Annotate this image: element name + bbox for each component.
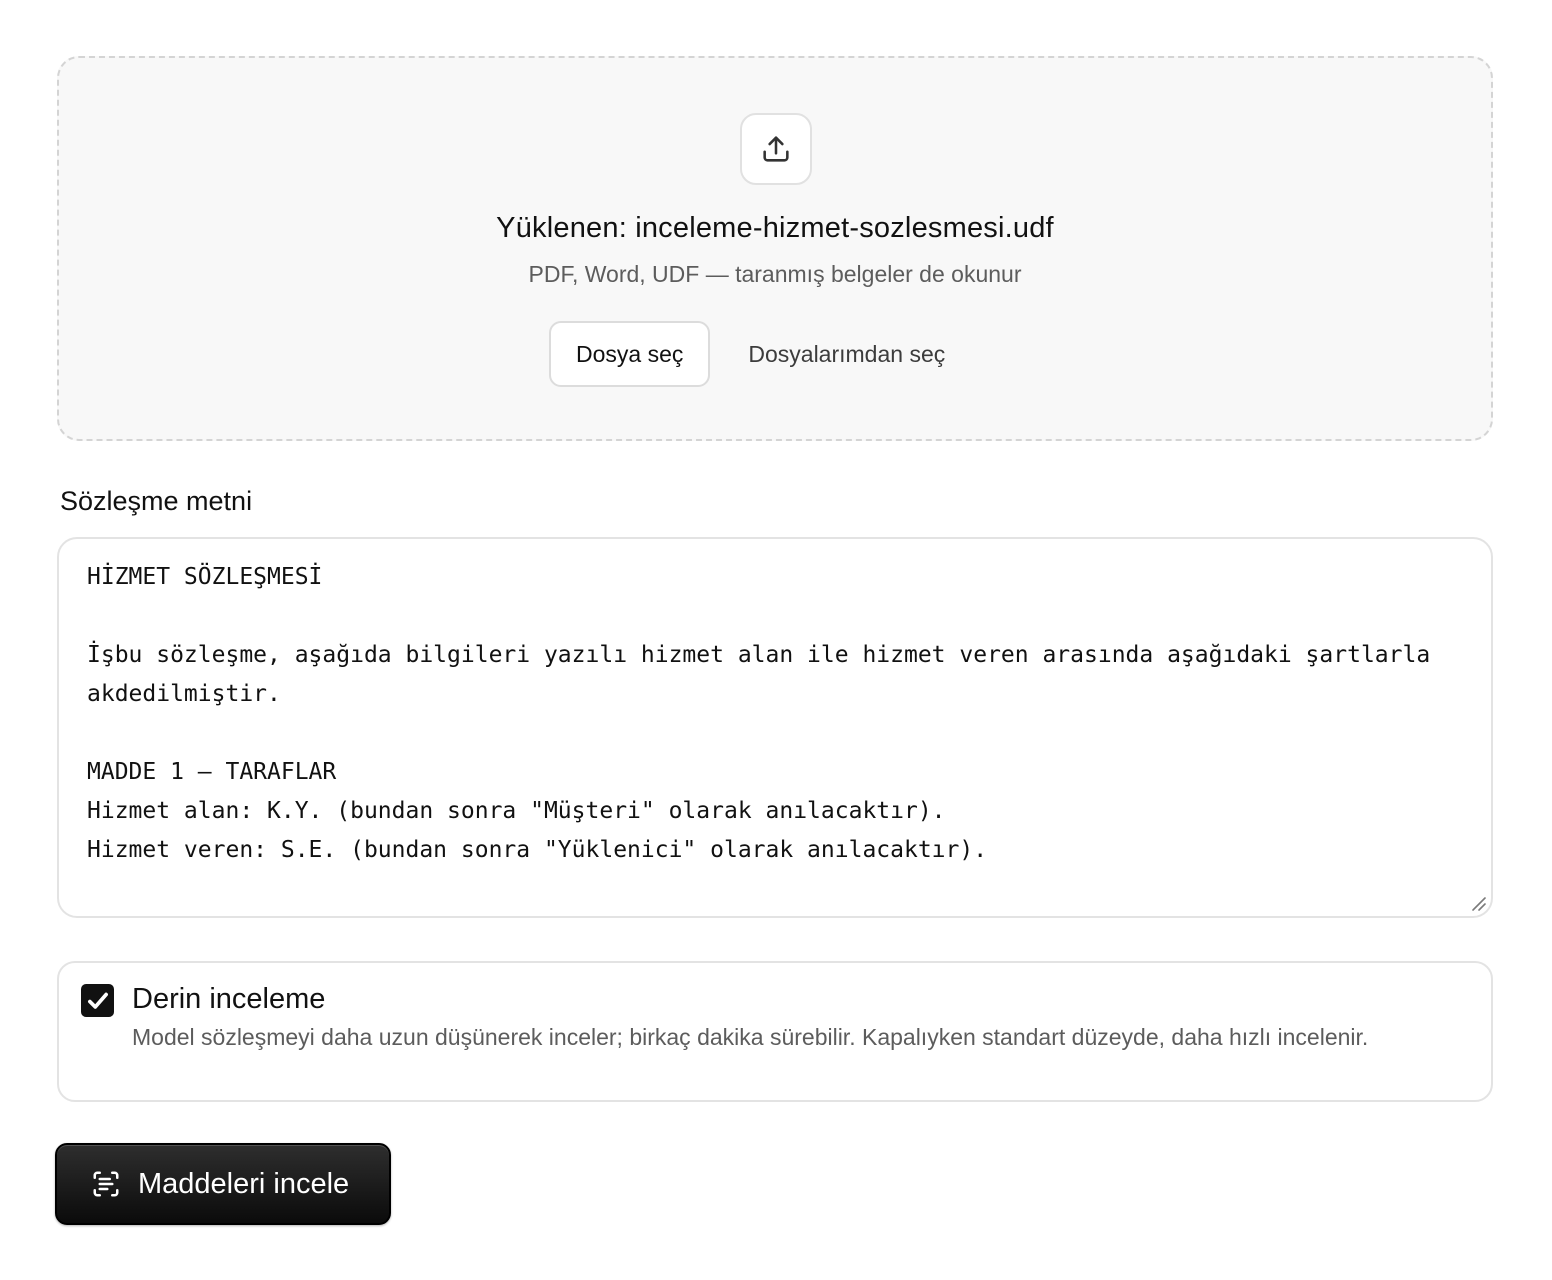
choose-from-my-files-button[interactable]: Dosyalarımdan seç — [724, 321, 969, 387]
contract-text-area[interactable]: HİZMET SÖZLEŞMESİ İşbu sözleşme, aşağıda… — [57, 537, 1493, 918]
upload-icon-tile — [740, 113, 812, 185]
upload-actions: Dosya seç Dosyalarımdan seç — [549, 321, 969, 387]
resize-grip-icon[interactable] — [1469, 894, 1487, 912]
checkmark-icon — [87, 992, 108, 1009]
uploaded-file-title: Yüklenen: inceleme-hizmet-sozlesmesi.udf — [496, 212, 1054, 244]
review-clauses-button[interactable]: Maddeleri incele — [55, 1143, 391, 1225]
review-clauses-label: Maddeleri incele — [138, 1167, 350, 1200]
deep-review-checkbox[interactable] — [81, 984, 114, 1017]
supported-formats-hint: PDF, Word, UDF — taranmış belgeler de ok… — [528, 261, 1022, 287]
deep-review-option[interactable]: Derin inceleme Model sözleşmeyi daha uzu… — [57, 961, 1493, 1102]
choose-file-button[interactable]: Dosya seç — [549, 321, 711, 387]
contract-text-content[interactable]: HİZMET SÖZLEŞMESİ İşbu sözleşme, aşağıda… — [87, 558, 1463, 870]
deep-review-title: Derin inceleme — [132, 983, 326, 1015]
contract-text-label: Sözleşme metni — [60, 486, 253, 516]
deep-review-description: Model sözleşmeyi daha uzun düşünerek inc… — [132, 1024, 1369, 1050]
file-dropzone[interactable]: Yüklenen: inceleme-hizmet-sozlesmesi.udf… — [57, 56, 1493, 441]
contract-review-page: Yüklenen: inceleme-hizmet-sozlesmesi.udf… — [0, 0, 1552, 1280]
scan-text-icon — [90, 1168, 122, 1200]
upload-icon — [763, 136, 789, 162]
